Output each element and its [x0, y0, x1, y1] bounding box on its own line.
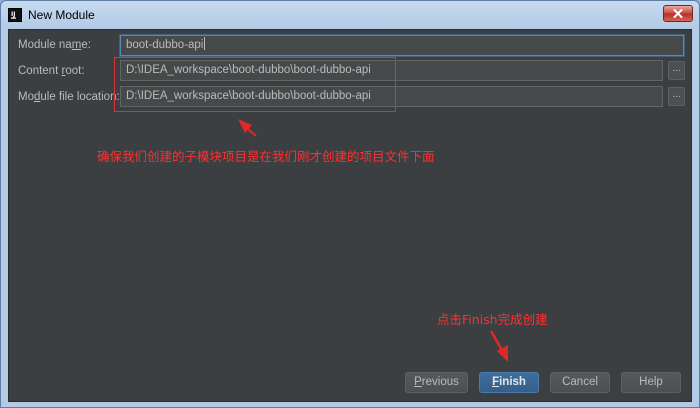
svg-text:IJ: IJ: [11, 11, 15, 18]
annotation-arrows: [238, 119, 508, 362]
dialog-content: Module name: boot-dubbo-api Content root…: [8, 29, 692, 402]
help-button[interactable]: Help: [621, 372, 681, 393]
new-module-dialog: IJ New Module Module name: boot-dubbo-ap…: [0, 0, 700, 408]
cancel-button[interactable]: Cancel: [550, 372, 610, 393]
window-title: New Module: [28, 8, 95, 22]
close-icon: [673, 9, 683, 18]
previous-button[interactable]: Previous: [405, 372, 468, 393]
intellij-idea-icon: IJ: [8, 8, 22, 22]
paths-annotation-arrow-icon: [238, 119, 257, 137]
finish-button[interactable]: Finish: [479, 372, 539, 393]
close-button[interactable]: [663, 5, 693, 22]
title-bar[interactable]: IJ New Module: [1, 1, 699, 29]
finish-annotation-arrow-icon: [489, 330, 508, 362]
